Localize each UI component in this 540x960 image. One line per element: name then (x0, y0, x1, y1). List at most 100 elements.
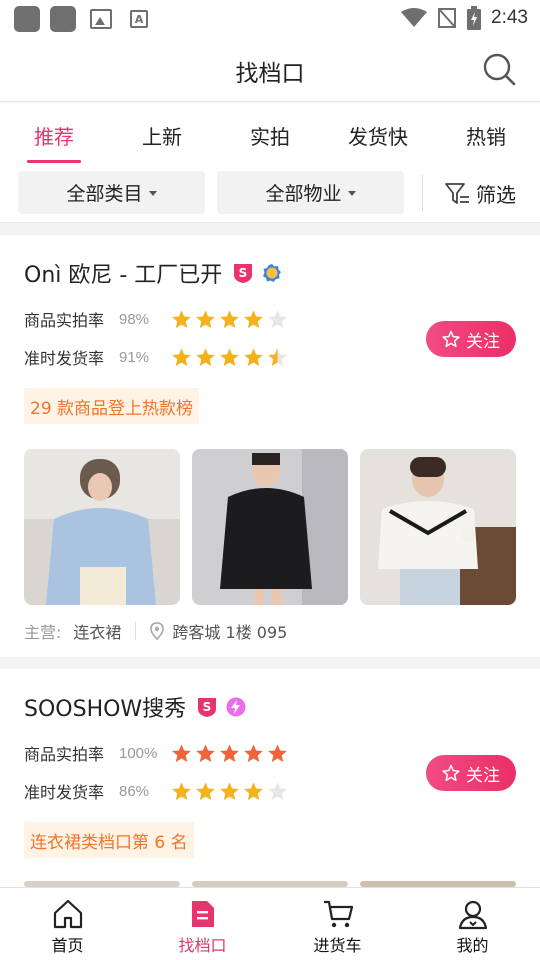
star-outline-icon (442, 764, 460, 782)
property-dropdown[interactable]: 全部物业 (217, 171, 404, 214)
status-system: 2:43 (401, 6, 528, 30)
filter-icon (445, 182, 469, 204)
star-icon (172, 309, 191, 328)
category-tabs: 推荐 上新 实拍 发货快 热销 (0, 103, 540, 163)
product-photos (24, 449, 516, 605)
hot-tag: 29 款商品登上热款榜 (24, 388, 200, 424)
status-notifications: A (14, 6, 148, 32)
star-icon (172, 347, 191, 366)
star-icon (196, 347, 215, 366)
property-dropdown-label: 全部物业 (265, 183, 342, 205)
caret-down-icon (148, 191, 157, 196)
star-icon (268, 743, 287, 762)
hot-tag: 连衣裙类档口第 6 名 (24, 822, 194, 858)
tab-real-shot[interactable]: 实拍 (216, 103, 324, 163)
follow-label: 关注 (466, 331, 500, 352)
star-empty-icon (268, 781, 287, 800)
bottom-nav: 首页 找档口 进货车 我的 (0, 887, 540, 960)
shop-finder-icon (191, 901, 214, 927)
ontime-rate-value: 91% (119, 348, 150, 366)
app-header: 找档口 (0, 36, 540, 102)
filter-label: 筛选 (476, 183, 516, 207)
photo-rate-row: 商品实拍率 100% (24, 741, 288, 765)
filter-button[interactable]: 筛选 (444, 179, 516, 208)
star-outline-icon (442, 330, 460, 348)
status-bar: A 2:43 (0, 0, 540, 36)
star-icon (220, 743, 239, 762)
photo-rate-value: 100% (119, 744, 158, 762)
star-icon (244, 309, 263, 328)
star-icon (196, 309, 215, 328)
no-signal-icon (438, 8, 457, 28)
page-title: 找档口 (235, 61, 305, 87)
ontime-rate-row: 准时发货率 91% (24, 345, 288, 369)
caret-down-icon (347, 191, 356, 196)
category-dropdown[interactable]: 全部类目 (18, 171, 205, 214)
star-icon (244, 781, 263, 800)
nav-home-label: 首页 (51, 936, 84, 955)
ontime-rate-label: 准时发货率 (24, 783, 105, 802)
notification-icon (14, 6, 40, 32)
category-dropdown-label: 全部类目 (66, 183, 143, 205)
tab-recommend[interactable]: 推荐 (0, 103, 108, 163)
font-icon: A (130, 10, 148, 28)
svg-text:S: S (239, 266, 248, 280)
clock: 2:43 (491, 7, 528, 28)
product-photo[interactable] (192, 449, 348, 605)
photo-rate-row: 商品实拍率 98% (24, 307, 288, 331)
quality-badge-icon (263, 264, 282, 282)
photo-rate-stars (171, 309, 288, 330)
profile-icon (458, 900, 487, 930)
photo-rate-value: 98% (119, 310, 150, 328)
filter-bar: 全部类目 全部物业 筛选 (0, 163, 540, 223)
search-icon[interactable] (482, 52, 516, 86)
nav-home[interactable]: 首页 (0, 888, 135, 960)
nav-find-shop-label: 找档口 (178, 936, 227, 955)
follow-button[interactable]: 关注 (426, 321, 516, 357)
follow-button[interactable]: 关注 (426, 755, 516, 791)
svg-text:S: S (203, 700, 212, 714)
main-business-label: 主营: (24, 623, 62, 642)
shop-name-row: Onì 欧尼 - 工厂已开 S (24, 257, 282, 289)
nav-profile[interactable]: 我的 (405, 888, 540, 960)
wifi-icon (401, 8, 428, 27)
shop-name: SOOSHOW搜秀 (24, 697, 187, 722)
star-icon (220, 309, 239, 328)
verified-shield-icon: S (234, 264, 253, 283)
star-icon (196, 781, 215, 800)
photo-rate-stars (171, 743, 288, 764)
lightning-badge-icon (226, 697, 246, 717)
star-icon (220, 781, 239, 800)
home-icon (53, 899, 82, 929)
tab-best-selling[interactable]: 热销 (432, 103, 540, 163)
tab-new[interactable]: 上新 (108, 103, 216, 163)
star-icon (172, 743, 191, 762)
star-icon (244, 347, 263, 366)
product-photo[interactable] (24, 449, 180, 605)
main-business-value: 连衣裙 (73, 623, 122, 642)
photo-rate-label: 商品实拍率 (24, 745, 105, 764)
ontime-rate-label: 准时发货率 (24, 349, 105, 368)
cart-icon (323, 900, 353, 928)
shop-name-row: SOOSHOW搜秀 S (24, 691, 246, 723)
ontime-rate-row: 准时发货率 86% (24, 779, 288, 803)
tab-fast-shipping[interactable]: 发货快 (324, 103, 432, 163)
star-icon (196, 743, 215, 762)
shop-card[interactable]: SOOSHOW搜秀 S 商品实拍率 100% 准时发货率 86% 关注 连衣裙类… (0, 669, 540, 887)
nav-profile-label: 我的 (456, 936, 489, 955)
notification-icon (50, 6, 76, 32)
star-icon (220, 347, 239, 366)
nav-cart[interactable]: 进货车 (270, 888, 405, 960)
ontime-rate-value: 86% (119, 782, 150, 800)
shop-card[interactable]: Onì 欧尼 - 工厂已开 S 商品实拍率 98% 准时发货率 91% 关注 2… (0, 235, 540, 657)
star-empty-icon (268, 309, 287, 328)
star-icon (244, 743, 263, 762)
star-icon (172, 781, 191, 800)
star-half-icon (268, 347, 287, 366)
follow-label: 关注 (466, 765, 500, 786)
product-photo[interactable] (360, 449, 516, 605)
nav-find-shop[interactable]: 找档口 (135, 888, 270, 960)
battery-icon (467, 6, 482, 30)
shop-name: Onì 欧尼 - 工厂已开 (24, 263, 223, 288)
divider (135, 622, 137, 640)
